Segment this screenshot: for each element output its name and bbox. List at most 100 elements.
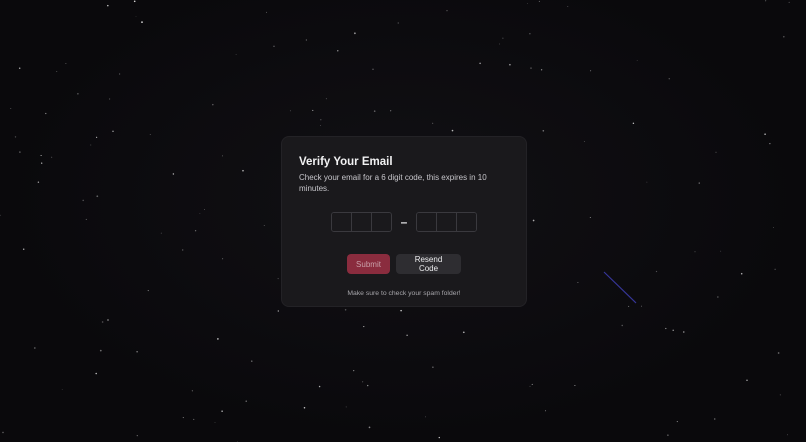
star: [531, 383, 533, 385]
star: [141, 21, 143, 23]
star: [354, 32, 356, 35]
star: [45, 112, 47, 115]
star: [221, 410, 223, 412]
star: [425, 416, 426, 418]
star: [194, 230, 197, 232]
star: [668, 78, 670, 80]
star: [765, 0, 767, 2]
star: [133, 0, 136, 3]
star: [676, 421, 678, 423]
star: [362, 381, 364, 383]
shooting-star: [603, 271, 637, 304]
star: [325, 98, 327, 100]
star: [655, 270, 658, 273]
code-digit-3[interactable]: [371, 213, 391, 231]
star: [147, 290, 149, 292]
star: [263, 225, 265, 226]
star: [289, 110, 291, 112]
star: [720, 250, 722, 252]
star: [61, 389, 63, 390]
star: [273, 45, 275, 48]
star: [787, 434, 788, 436]
star: [245, 400, 247, 402]
code-digit-5[interactable]: [437, 213, 458, 231]
star: [567, 6, 569, 7]
star: [529, 33, 531, 35]
code-digit-2[interactable]: [351, 213, 372, 231]
star: [353, 370, 355, 372]
star: [542, 130, 545, 132]
submit-button[interactable]: Submit: [347, 254, 390, 274]
star: [345, 406, 347, 408]
star: [589, 217, 591, 218]
star: [182, 249, 184, 251]
star: [33, 347, 36, 349]
star: [545, 410, 547, 412]
code-digit-4[interactable]: [417, 213, 438, 231]
star: [56, 71, 58, 72]
star: [149, 134, 151, 135]
star: [432, 366, 434, 369]
star: [769, 143, 771, 145]
star: [446, 10, 448, 12]
code-digit-6[interactable]: [457, 213, 477, 231]
star: [214, 422, 216, 424]
star: [320, 119, 322, 121]
star: [199, 213, 201, 214]
star: [40, 154, 42, 157]
star: [14, 136, 17, 138]
star: [2, 431, 4, 434]
star: [51, 156, 53, 158]
star: [532, 219, 535, 222]
star: [85, 218, 87, 220]
star: [372, 68, 374, 70]
star: [714, 418, 716, 420]
star: [530, 67, 532, 69]
star: [462, 331, 465, 334]
star: [479, 62, 481, 65]
code-group-second: [416, 212, 478, 232]
star: [397, 22, 399, 24]
star: [502, 37, 504, 39]
code-digit-1[interactable]: [331, 213, 352, 231]
resend-code-button[interactable]: Resend Code: [396, 254, 461, 274]
star: [779, 394, 781, 396]
star: [499, 43, 500, 45]
star: [527, 3, 528, 4]
star: [242, 169, 244, 172]
star: [698, 182, 700, 184]
star: [641, 305, 642, 307]
star: [65, 63, 67, 65]
star: [694, 251, 696, 253]
star: [37, 181, 40, 183]
star: [373, 110, 376, 112]
star: [221, 155, 224, 157]
code-input-row: –: [299, 212, 509, 232]
star: [667, 434, 669, 436]
star: [41, 162, 43, 164]
star: [320, 125, 321, 126]
star: [191, 390, 194, 392]
star: [509, 63, 511, 66]
star: [22, 248, 25, 250]
star: [303, 406, 306, 409]
star: [277, 278, 279, 280]
star: [773, 227, 774, 228]
star: [400, 309, 402, 312]
star: [363, 326, 365, 328]
star: [193, 418, 195, 420]
star: [101, 321, 104, 323]
star: [636, 59, 638, 61]
star: [19, 151, 21, 153]
star: [90, 144, 92, 146]
star: [621, 324, 623, 327]
star: [717, 296, 719, 298]
star: [277, 310, 279, 312]
star: [318, 385, 321, 388]
star: [438, 436, 440, 439]
star: [451, 129, 454, 132]
star: [368, 426, 371, 429]
code-separator: –: [400, 215, 408, 229]
star: [235, 54, 237, 56]
star: [312, 109, 314, 111]
